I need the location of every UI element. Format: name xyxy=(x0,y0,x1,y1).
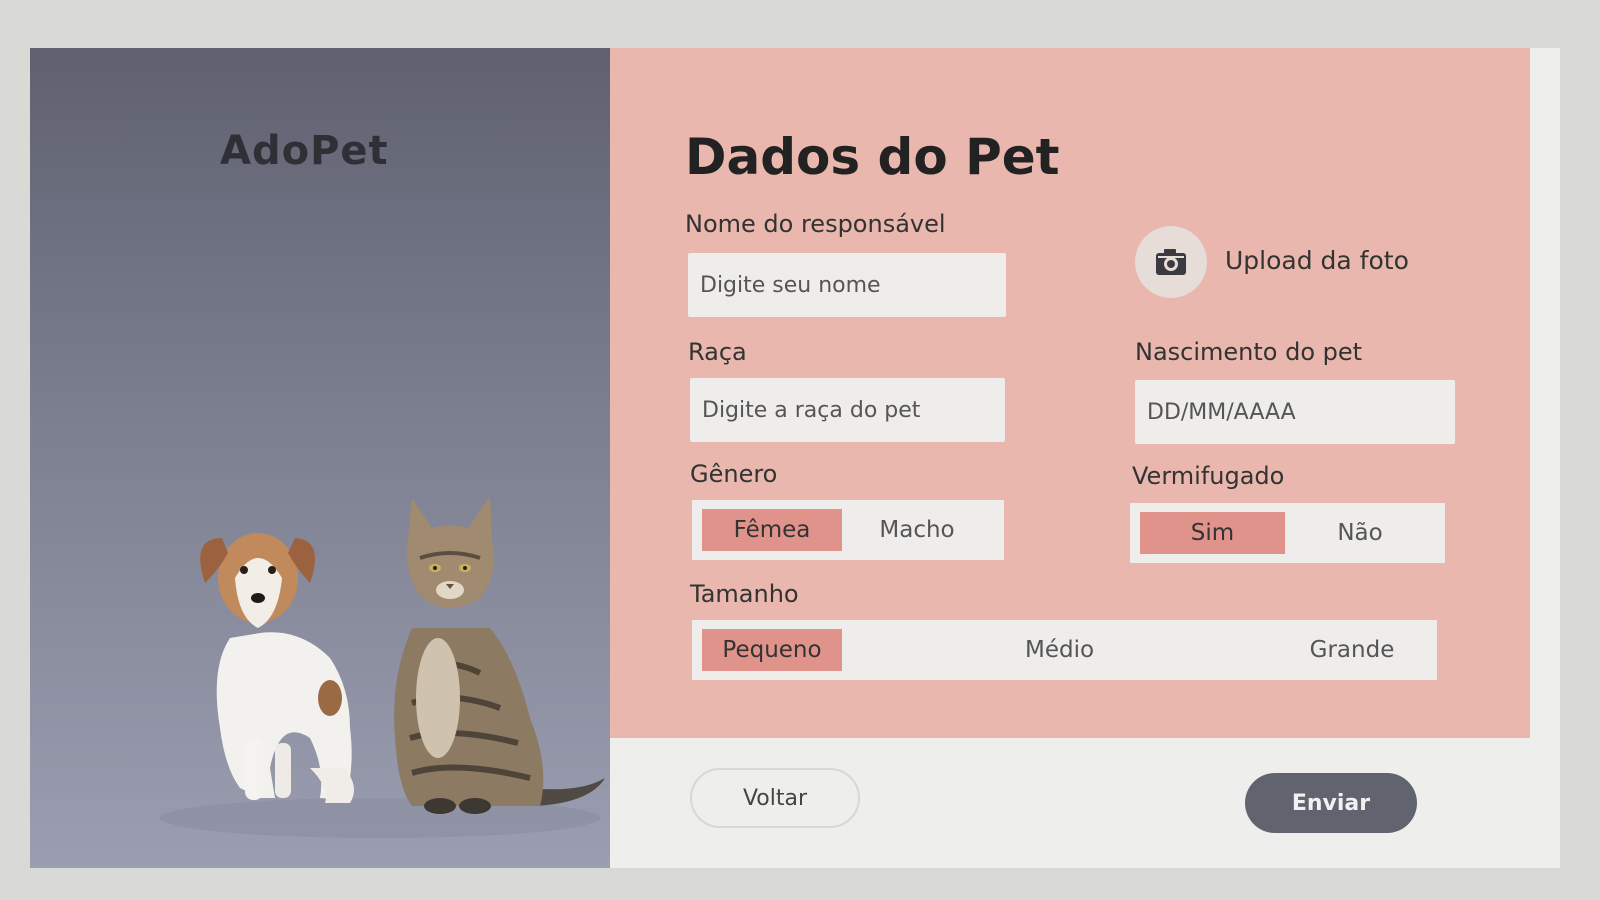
dog-illustration xyxy=(200,533,354,803)
breed-label: Raça xyxy=(688,338,747,366)
gender-option-female[interactable]: Fêmea xyxy=(702,509,842,551)
birth-date-label: Nascimento do pet xyxy=(1135,338,1363,366)
dog-and-cat-image xyxy=(160,496,605,838)
cat-illustration xyxy=(394,496,605,814)
gender-toggle: Fêmea Macho xyxy=(692,500,1004,560)
owner-name-input[interactable] xyxy=(688,253,1006,317)
hero-panel: AdoPet xyxy=(30,48,610,868)
gender-option-male[interactable]: Macho xyxy=(842,509,992,551)
dewormed-option-yes[interactable]: Sim xyxy=(1140,512,1285,554)
size-option-small[interactable]: Pequeno xyxy=(702,629,842,671)
size-toggle: Pequeno Médio Grande xyxy=(692,620,1437,680)
upload-photo-button[interactable] xyxy=(1135,226,1207,298)
size-label: Tamanho xyxy=(690,580,799,608)
form-panel: Dados do Pet Nome do responsável Upload … xyxy=(610,48,1560,868)
birth-date-input[interactable] xyxy=(1135,380,1455,444)
upload-photo-label[interactable]: Upload da foto xyxy=(1225,246,1409,275)
owner-name-label: Nome do responsável xyxy=(685,210,946,238)
page-title: Dados do Pet xyxy=(685,128,1060,186)
dewormed-option-no[interactable]: Não xyxy=(1285,512,1435,554)
pet-form: Dados do Pet Nome do responsável Upload … xyxy=(610,48,1530,738)
send-button[interactable]: Enviar xyxy=(1245,773,1417,833)
back-button[interactable]: Voltar xyxy=(690,768,860,828)
brand-logo: AdoPet xyxy=(220,128,389,174)
gender-label: Gênero xyxy=(690,460,778,488)
size-option-large[interactable]: Grande xyxy=(1277,629,1427,671)
app-screen: AdoPet Dados do Pet Nome do responsável … xyxy=(30,48,1560,868)
camera-icon xyxy=(1156,249,1186,275)
size-option-medium[interactable]: Médio xyxy=(985,629,1135,671)
dewormed-label: Vermifugado xyxy=(1132,462,1285,490)
breed-input[interactable] xyxy=(690,378,1005,442)
dewormed-toggle: Sim Não xyxy=(1130,503,1445,563)
